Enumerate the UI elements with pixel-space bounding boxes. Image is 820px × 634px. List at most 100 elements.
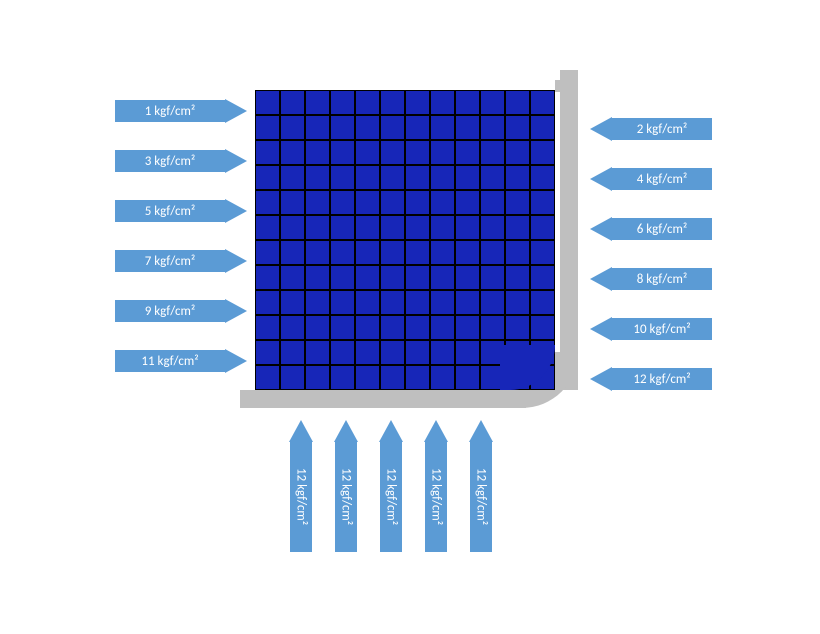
mesh-cell bbox=[405, 215, 430, 240]
mesh-cell bbox=[480, 90, 505, 115]
mesh-cell bbox=[505, 115, 530, 140]
mesh-cell bbox=[455, 115, 480, 140]
mesh-cell bbox=[330, 290, 355, 315]
retaining-slab-horizontal bbox=[240, 390, 526, 408]
mesh-cell bbox=[455, 290, 480, 315]
mesh-cell bbox=[430, 90, 455, 115]
mesh-cell bbox=[280, 215, 305, 240]
mesh-cell bbox=[355, 190, 380, 215]
mesh-cell bbox=[355, 315, 380, 340]
mesh-cell bbox=[255, 290, 280, 315]
mesh-cell bbox=[405, 90, 430, 115]
mesh-cell bbox=[530, 315, 555, 340]
mesh-cell bbox=[505, 315, 530, 340]
mesh-cell bbox=[505, 290, 530, 315]
mesh-cell bbox=[530, 240, 555, 265]
mesh-cell bbox=[430, 240, 455, 265]
mesh-cell bbox=[505, 165, 530, 190]
mesh-cell bbox=[355, 240, 380, 265]
mesh-cell bbox=[405, 365, 430, 390]
right-load-label: 2 kgf/cm² bbox=[612, 118, 712, 140]
mesh-cell bbox=[455, 140, 480, 165]
mesh-cell bbox=[330, 190, 355, 215]
mesh-cell bbox=[305, 240, 330, 265]
mesh-cell bbox=[530, 165, 555, 190]
mesh-cell bbox=[405, 265, 430, 290]
mesh-cell bbox=[530, 290, 555, 315]
mesh-cell bbox=[405, 340, 430, 365]
mesh-cell bbox=[530, 140, 555, 165]
mesh-cell bbox=[330, 165, 355, 190]
mesh-cell bbox=[480, 190, 505, 215]
mesh-cell bbox=[380, 190, 405, 215]
arrow-right-icon bbox=[225, 99, 247, 123]
arrow-up-icon bbox=[379, 420, 403, 442]
mesh-cell bbox=[480, 265, 505, 290]
mesh-cell bbox=[380, 115, 405, 140]
mesh-cell bbox=[430, 265, 455, 290]
mesh-cell bbox=[380, 340, 405, 365]
mesh-cell bbox=[330, 340, 355, 365]
mesh-cell bbox=[305, 265, 330, 290]
mesh-cell bbox=[280, 140, 305, 165]
arrow-right-icon bbox=[225, 149, 247, 173]
mesh-cell bbox=[455, 240, 480, 265]
mesh-cell bbox=[380, 215, 405, 240]
mesh-cell bbox=[405, 190, 430, 215]
mesh-cell bbox=[405, 290, 430, 315]
right-load-label: 10 kgf/cm² bbox=[612, 318, 712, 340]
bottom-load-label: 12 kgf/cm² bbox=[425, 442, 447, 552]
mesh-cell bbox=[455, 215, 480, 240]
mesh-cell bbox=[305, 90, 330, 115]
mesh-cell bbox=[355, 290, 380, 315]
mesh-cell bbox=[255, 365, 280, 390]
mesh-cell bbox=[305, 215, 330, 240]
mesh-cell bbox=[455, 315, 480, 340]
mesh-cell bbox=[280, 315, 305, 340]
mesh-cell bbox=[355, 215, 380, 240]
mesh-cell bbox=[355, 115, 380, 140]
mesh-cell bbox=[405, 315, 430, 340]
left-load-label: 1 kgf/cm² bbox=[115, 100, 225, 122]
mesh-cell bbox=[305, 365, 330, 390]
left-load-label: 5 kgf/cm² bbox=[115, 200, 225, 222]
arrow-right-icon bbox=[225, 299, 247, 323]
mesh-cell bbox=[355, 90, 380, 115]
arrow-left-icon bbox=[590, 317, 612, 341]
mesh-cell bbox=[330, 365, 355, 390]
mesh-cell bbox=[530, 115, 555, 140]
mesh-cell bbox=[255, 190, 280, 215]
mesh-cell bbox=[330, 215, 355, 240]
arrow-right-icon bbox=[225, 199, 247, 223]
mesh-cell bbox=[255, 165, 280, 190]
mesh-cell bbox=[305, 165, 330, 190]
mesh-cell bbox=[330, 115, 355, 140]
mesh-cell bbox=[305, 190, 330, 215]
mesh-cell bbox=[380, 240, 405, 265]
mesh-cell bbox=[255, 140, 280, 165]
left-load-label: 3 kgf/cm² bbox=[115, 150, 225, 172]
mesh-cell bbox=[280, 190, 305, 215]
mesh-cell bbox=[530, 90, 555, 115]
mesh-cell bbox=[505, 265, 530, 290]
mesh-cell bbox=[380, 365, 405, 390]
mesh-cell bbox=[405, 140, 430, 165]
mesh-cell bbox=[380, 90, 405, 115]
mesh-cell bbox=[430, 140, 455, 165]
mesh-cell bbox=[430, 190, 455, 215]
right-load-label: 4 kgf/cm² bbox=[612, 168, 712, 190]
mesh-cell bbox=[430, 115, 455, 140]
mesh-cell bbox=[405, 240, 430, 265]
mesh-cell bbox=[280, 115, 305, 140]
mesh-cell bbox=[280, 340, 305, 365]
left-load-label: 7 kgf/cm² bbox=[115, 250, 225, 272]
mesh-cell bbox=[355, 265, 380, 290]
bottom-load-label: 12 kgf/cm² bbox=[290, 442, 312, 552]
mesh-cell bbox=[480, 290, 505, 315]
left-load-label: 9 kgf/cm² bbox=[115, 300, 225, 322]
mesh-cell bbox=[380, 290, 405, 315]
arrow-left-icon bbox=[590, 267, 612, 291]
arrow-up-icon bbox=[289, 420, 313, 442]
mesh-cell bbox=[430, 315, 455, 340]
mesh-cell bbox=[380, 165, 405, 190]
